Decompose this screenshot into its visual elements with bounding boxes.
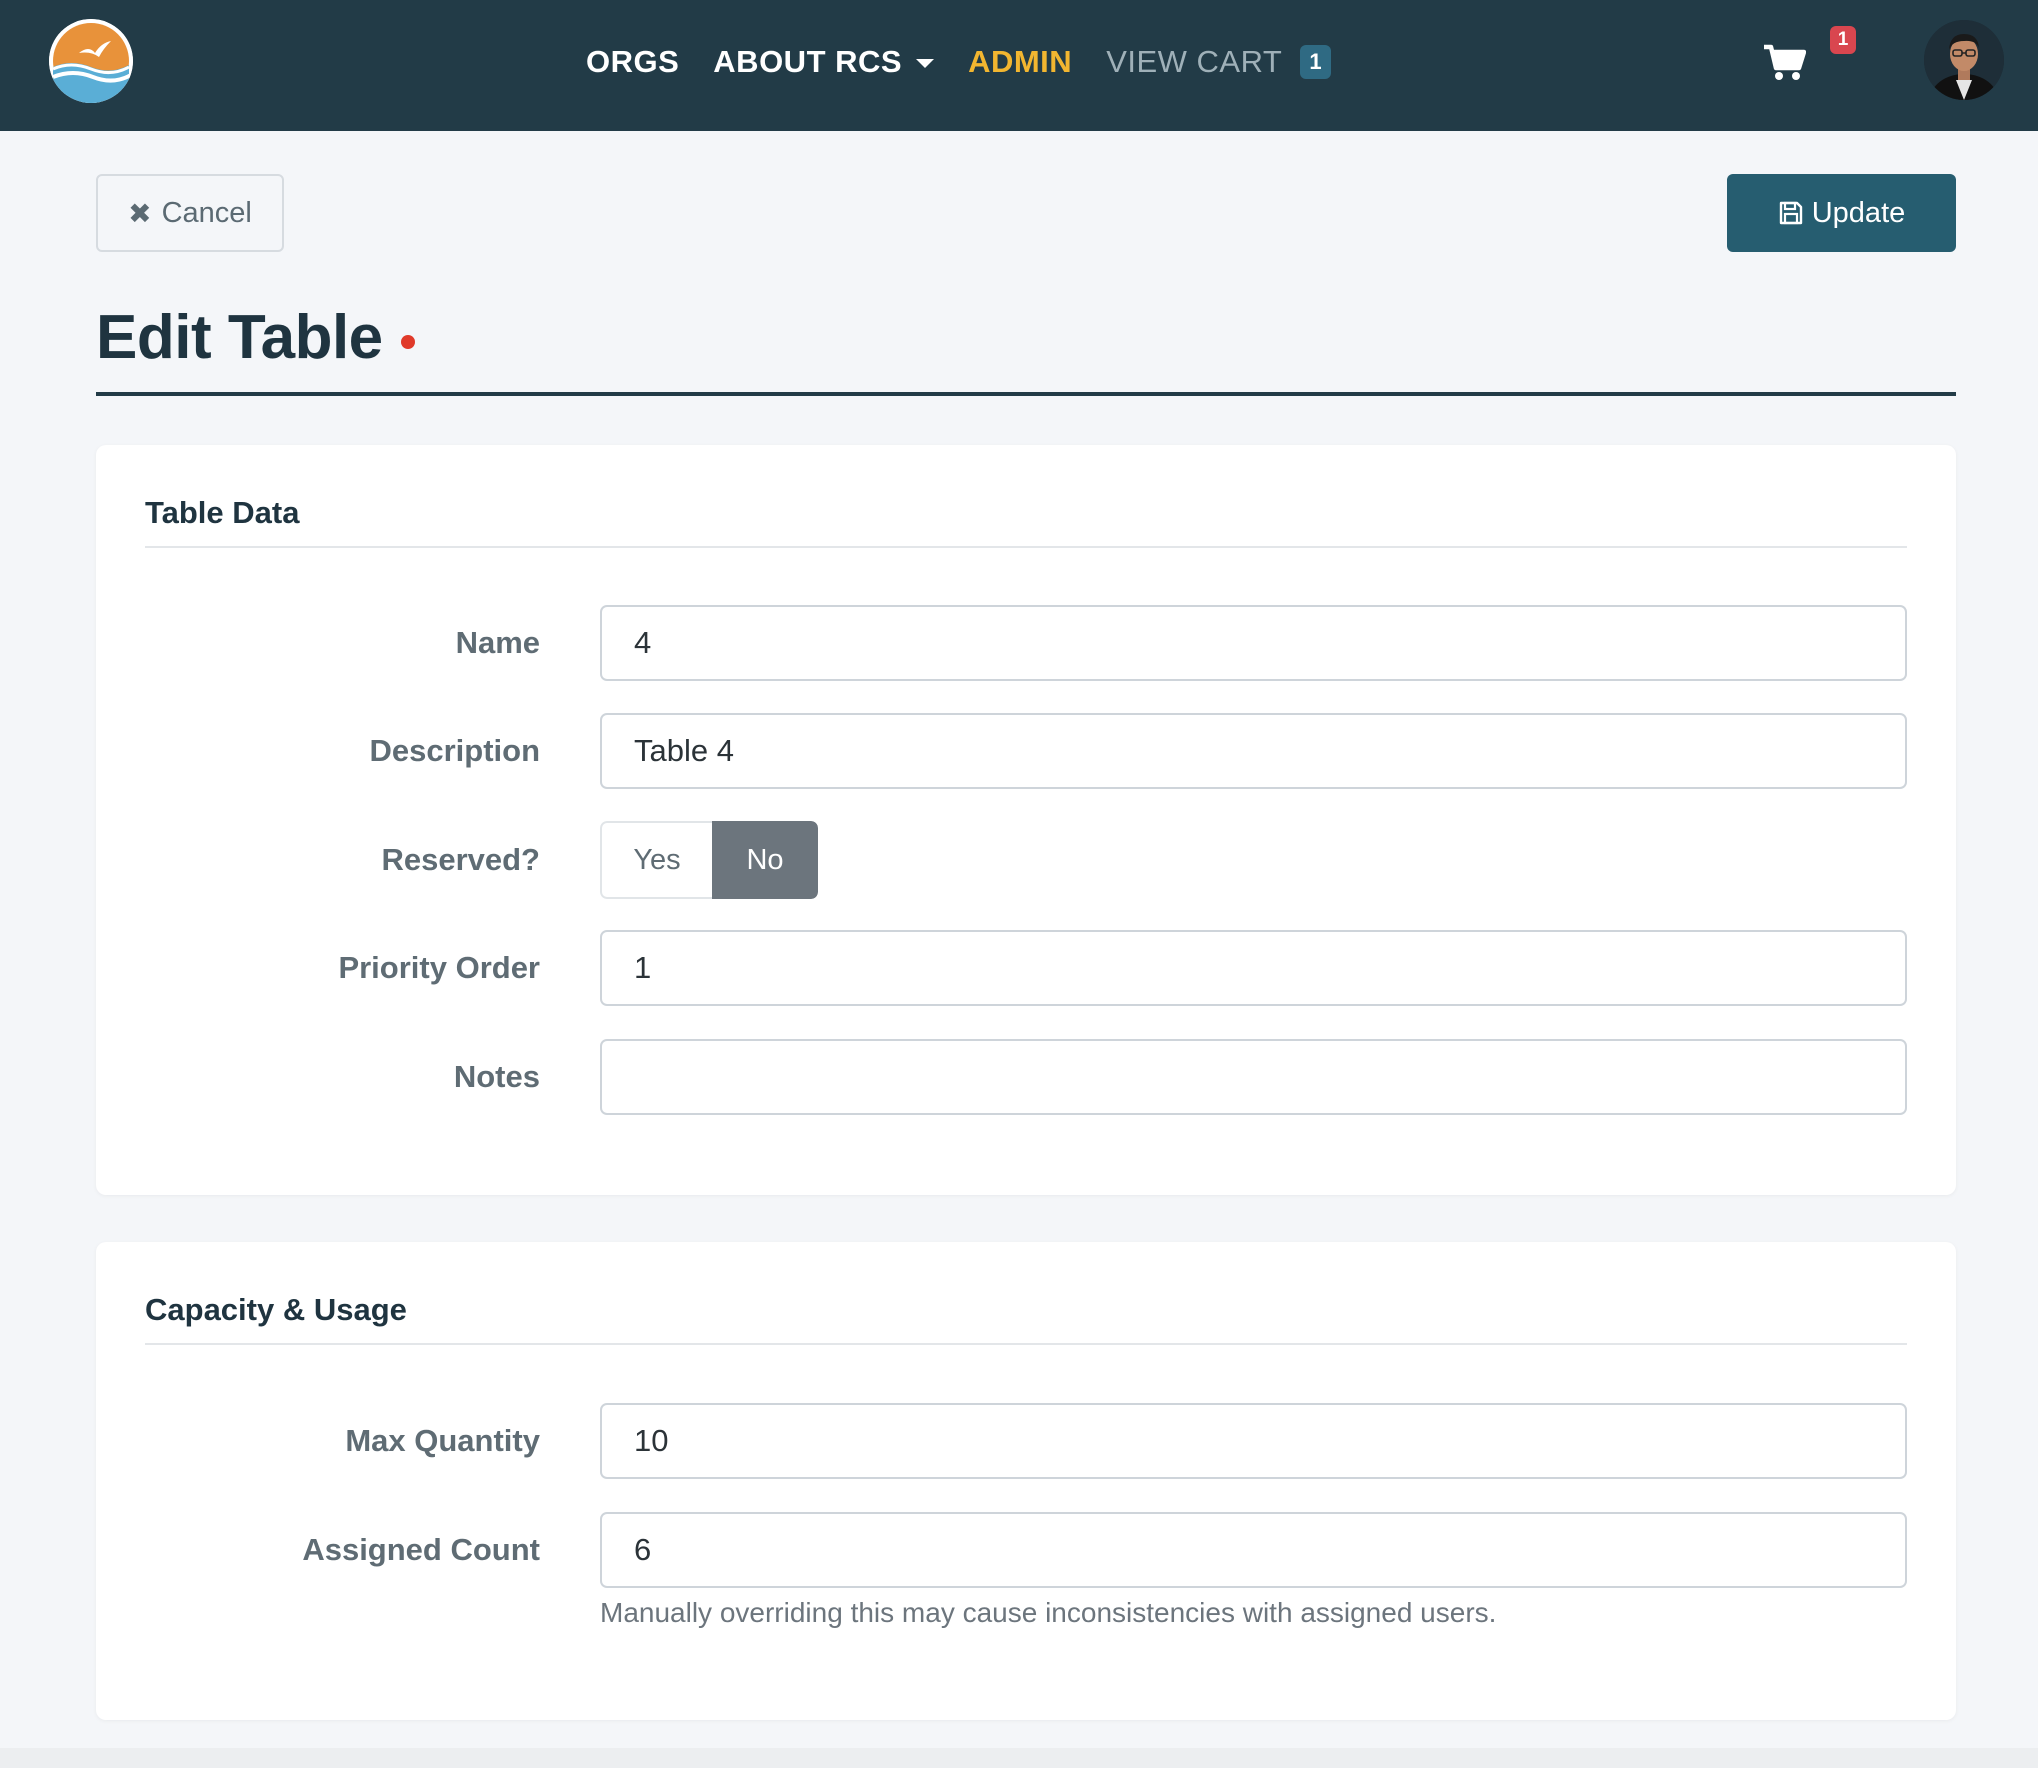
reserved-label: Reserved? <box>381 842 540 877</box>
shopping-cart-icon[interactable] <box>1761 44 1807 82</box>
nav-admin[interactable]: ADMIN <box>968 44 1072 80</box>
capacity-usage-divider <box>145 1343 1907 1345</box>
table-data-divider <box>145 546 1907 548</box>
cart-count-badge: 1 <box>1300 45 1332 79</box>
nav-view-cart-label: VIEW CART <box>1106 44 1283 79</box>
capacity-usage-card: Capacity & Usage Max Quantity Assigned C… <box>96 1242 1956 1720</box>
main-nav: ORGS ABOUT RCS ADMIN VIEW CART 1 <box>586 0 1332 124</box>
assigned-count-label: Assigned Count <box>302 1532 540 1567</box>
notes-label: Notes <box>453 1059 540 1094</box>
logo-sunset-icon <box>49 19 133 103</box>
user-avatar[interactable] <box>1924 20 2004 100</box>
update-button-label: Update <box>1811 196 1906 229</box>
assigned-count-help: Manually overriding this may cause incon… <box>600 1597 1497 1628</box>
unsaved-indicator-icon <box>400 334 415 349</box>
table-data-heading: Table Data <box>145 495 300 530</box>
capacity-usage-heading: Capacity & Usage <box>145 1292 407 1327</box>
notes-input[interactable] <box>600 1039 1907 1115</box>
top-navbar: ORGS ABOUT RCS ADMIN VIEW CART 1 1 <box>0 0 2038 131</box>
reserved-toggle: Yes No <box>600 821 818 899</box>
reserved-no-option[interactable]: No <box>712 821 818 899</box>
max-quantity-label: Max Quantity <box>345 1423 540 1458</box>
nav-view-cart[interactable]: VIEW CART 1 <box>1106 44 1332 80</box>
page-bottom-edge <box>0 1748 2038 1768</box>
reserved-yes-option[interactable]: Yes <box>600 821 712 899</box>
chevron-down-icon <box>916 58 935 68</box>
cancel-button[interactable]: ✖ Cancel <box>96 174 284 252</box>
page-title: Edit Table <box>96 302 415 373</box>
description-input[interactable] <box>600 713 1907 789</box>
notification-badge: 1 <box>1830 26 1856 54</box>
name-input[interactable] <box>600 605 1907 681</box>
app-logo[interactable] <box>49 19 133 103</box>
update-button[interactable]: Update <box>1727 174 1956 252</box>
nav-about-label: ABOUT RCS <box>713 44 903 79</box>
description-label: Description <box>369 733 540 768</box>
max-quantity-input[interactable] <box>600 1403 1907 1479</box>
page-title-text: Edit Table <box>96 303 383 372</box>
user-photo-icon <box>1924 20 2004 100</box>
close-icon: ✖ <box>128 197 152 229</box>
table-data-card: Table Data Name Description Reserved? Ye… <box>96 445 1956 1195</box>
title-divider <box>96 392 1956 396</box>
cancel-button-label: Cancel <box>161 196 252 229</box>
name-label: Name <box>455 625 540 660</box>
assigned-count-input[interactable] <box>600 1512 1907 1588</box>
priority-order-label: Priority Order <box>338 950 540 985</box>
nav-about-rcs[interactable]: ABOUT RCS <box>713 44 935 80</box>
priority-order-input[interactable] <box>600 930 1907 1006</box>
save-floppy-icon <box>1779 201 1802 225</box>
nav-orgs[interactable]: ORGS <box>586 44 679 80</box>
